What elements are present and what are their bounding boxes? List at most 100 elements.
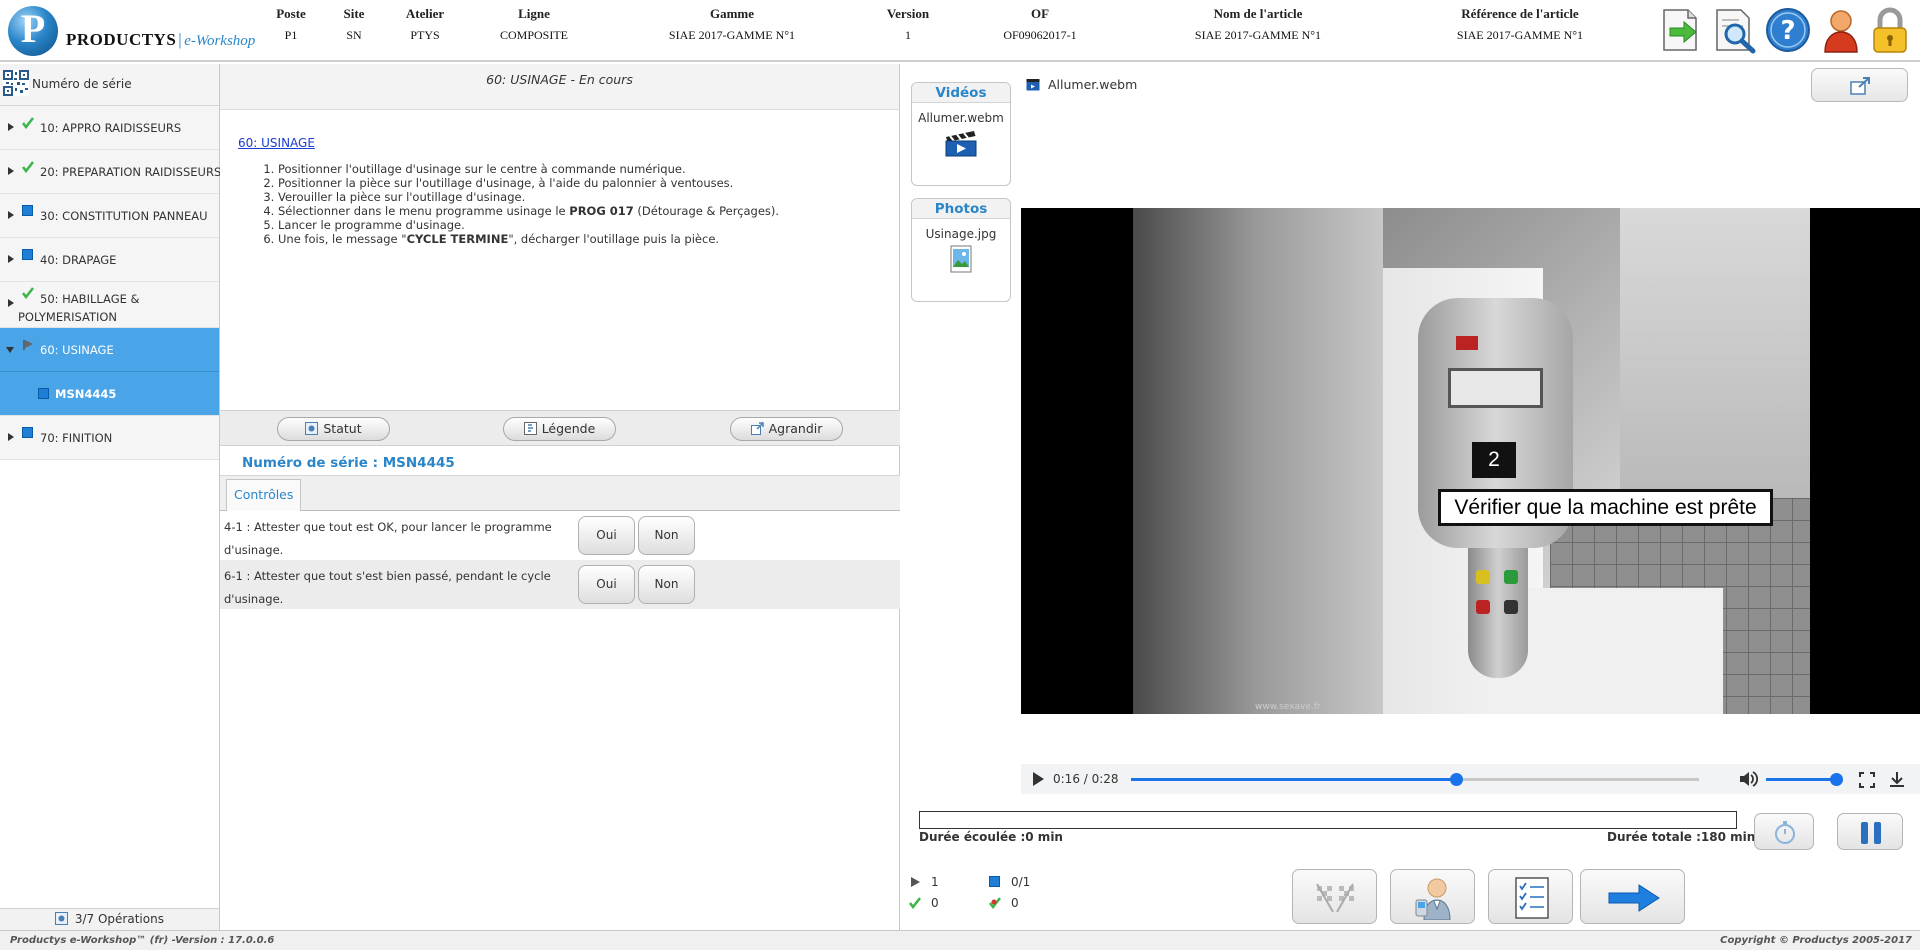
statut-button[interactable]: Statut	[277, 417, 390, 441]
volume-icon[interactable]	[1738, 770, 1758, 788]
operations-count[interactable]: 3/7 Opérations	[0, 908, 219, 930]
check-icon	[22, 161, 34, 173]
header-atelier: Atelier PTYS	[405, 6, 445, 42]
control-row: 4-1 : Attester que tout est OK, pour lan…	[220, 511, 900, 560]
copyright-text: Copyright © Productys 2005-2017	[1720, 935, 1912, 946]
tab-controles[interactable]: Contrôles	[226, 479, 302, 512]
expand-arrow-icon[interactable]	[8, 255, 14, 263]
collapse-arrow-icon[interactable]	[6, 347, 14, 353]
sidebar-item-10-appro[interactable]: 10: APPRO RAIDISSEURS	[0, 106, 219, 150]
instructions-heading-link[interactable]: 60: USINAGE	[238, 136, 888, 150]
video-step-number: 2	[1472, 442, 1516, 478]
sidebar-item-70-finition[interactable]: 70: FINITION	[0, 416, 219, 460]
serial-number-header[interactable]: Numéro de série	[0, 64, 219, 106]
sidebar-item-30-constitution[interactable]: 30: CONSTITUTION PANNEAU	[0, 194, 219, 238]
user-button[interactable]	[1817, 6, 1865, 54]
control-no-button[interactable]: Non	[638, 565, 695, 604]
export-button[interactable]	[1658, 6, 1706, 54]
sidebar-item-msn4445[interactable]: MSN4445	[0, 372, 219, 416]
fullscreen-media-button[interactable]	[1811, 68, 1908, 102]
sidebar-item-20-preparation[interactable]: 20: PREPARATION RAIDISSEURS	[0, 150, 221, 194]
sidebar-item-50-habillage[interactable]: 50: HABILLAGE & POLYMERISATION	[0, 282, 219, 328]
user-icon	[1824, 10, 1858, 53]
help-button[interactable]: ?	[1764, 6, 1812, 54]
todo-square-icon	[38, 388, 50, 400]
arrow-right-icon	[1608, 884, 1660, 912]
header-poste: Poste P1	[276, 6, 306, 42]
control-yes-button[interactable]: Oui	[578, 516, 635, 555]
help-icon: ?	[1766, 8, 1810, 52]
seek-handle[interactable]	[1449, 773, 1463, 786]
header-article-name: Nom de l'article SIAE 2017-GAMME N°1	[1194, 6, 1322, 42]
header-bar: P PRODUCTYS | e-Workshop Poste P1 Site SN …	[0, 0, 1920, 62]
legende-button[interactable]: Légende	[503, 417, 616, 441]
counter-mixed: 0	[989, 896, 1019, 910]
check-icon	[22, 117, 34, 129]
download-icon[interactable]	[1889, 771, 1905, 788]
checklist-button[interactable]	[1488, 869, 1573, 924]
expand-arrow-icon[interactable]	[8, 433, 14, 441]
video-time: 0:16 / 0:28	[1053, 772, 1119, 786]
timer-button[interactable]	[1754, 813, 1814, 850]
operation-toolbar: Statut Légende Agrandir	[220, 410, 900, 446]
video-seek-bar[interactable]	[1131, 773, 1699, 786]
instruction-step: Lancer le programme d'usinage.	[278, 218, 888, 232]
expand-arrow-icon[interactable]	[8, 167, 14, 175]
video-caption: Vérifier que la machine est prête	[1438, 489, 1773, 526]
operations-sidebar: Numéro de série 10: APPRO RAIDISSEURS 20…	[0, 64, 221, 930]
stopwatch-icon	[1775, 821, 1795, 844]
operator-button[interactable]	[1390, 869, 1475, 924]
volume-handle[interactable]	[1830, 773, 1843, 786]
instructions: 60: USINAGE Positionner l'outillage d'us…	[238, 136, 888, 246]
agrandir-button[interactable]: Agrandir	[730, 417, 843, 441]
instruction-step: Positionner la pièce sur l'outillage d'u…	[278, 176, 888, 190]
check-icon	[22, 287, 34, 299]
search-document-button[interactable]	[1711, 6, 1759, 54]
video-item[interactable]: Allumer.webm	[912, 103, 1010, 157]
media-panel: Vidéos Allumer.webm Photos Usinage.jpg A…	[901, 64, 1920, 930]
checklist-icon	[1515, 877, 1549, 919]
expand-arrow-icon[interactable]	[8, 211, 14, 219]
pause-button[interactable]	[1837, 813, 1903, 850]
instruction-steps: Positionner l'outillage d'usinage sur le…	[238, 162, 888, 246]
svg-text:?: ?	[1780, 16, 1795, 46]
lock-button[interactable]	[1866, 6, 1914, 54]
control-no-button[interactable]: Non	[638, 516, 695, 555]
header-ligne: Ligne COMPOSITE	[499, 6, 568, 42]
version-text: Productys e-Workshop™ (fr) -Version : 17…	[10, 935, 275, 946]
video-controls: 0:16 / 0:28	[1021, 764, 1920, 794]
operator-icon	[1415, 878, 1451, 920]
next-button[interactable]	[1580, 869, 1685, 924]
operations-icon	[55, 912, 69, 925]
lock-icon	[1873, 7, 1907, 53]
total-duration: Durée totale :180 min	[1607, 830, 1756, 844]
sidebar-item-60-usinage[interactable]: 60: USINAGE	[0, 328, 219, 372]
productys-logo: P PRODUCTYS | e-Workshop	[8, 6, 255, 56]
fullscreen-icon[interactable]	[1859, 772, 1875, 788]
header-article-ref: Référence de l'article SIAE 2017-GAMME N…	[1456, 6, 1584, 42]
instruction-step: Verouiller la pièce sur l'outillage d'us…	[278, 190, 888, 204]
video-clapper-icon	[945, 131, 977, 157]
volume-slider[interactable]	[1766, 773, 1843, 786]
todo-square-icon	[989, 876, 1001, 888]
expand-arrow-icon[interactable]	[8, 123, 14, 131]
sidebar-item-40-drapage[interactable]: 40: DRAPAGE	[0, 238, 219, 282]
play-icon[interactable]	[1033, 772, 1044, 786]
pause-icon	[1861, 822, 1881, 844]
expand-icon	[750, 422, 764, 435]
photo-item[interactable]: Usinage.jpg	[912, 219, 1010, 273]
finish-button[interactable]	[1292, 869, 1377, 924]
operation-panel: 60: USINAGE - En cours 60: USINAGE Posit…	[220, 64, 900, 930]
photos-title: Photos	[912, 199, 1010, 219]
todo-square-icon	[22, 205, 34, 217]
instruction-step: Positionner l'outillage d'usinage sur le…	[278, 162, 888, 176]
expand-arrow-icon[interactable]	[8, 299, 14, 307]
legend-icon	[523, 422, 537, 435]
running-flag-icon	[911, 877, 920, 887]
control-yes-button[interactable]: Oui	[578, 565, 635, 604]
header-of: OF OF09062017-1	[1003, 6, 1077, 42]
elapsed-duration: Durée écoulée :0 min	[919, 830, 1063, 844]
video-player[interactable]: www.sexave.fr 2 Vérifier que la machine …	[1021, 208, 1920, 714]
todo-square-icon	[22, 249, 34, 261]
header-version: Version 1	[886, 6, 930, 42]
